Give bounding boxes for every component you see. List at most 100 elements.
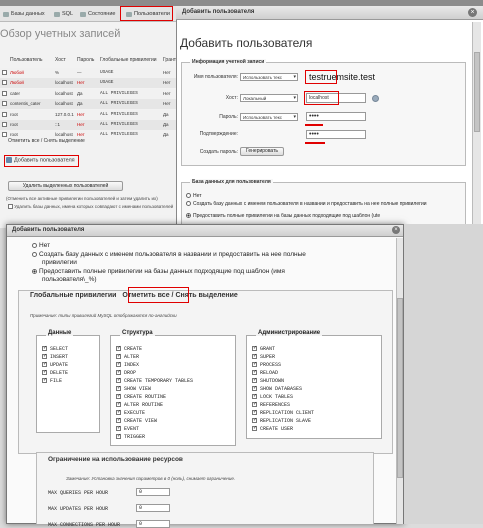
privilege-checkbox[interactable] [252, 417, 257, 424]
generate-button[interactable]: Генерировать [240, 147, 284, 156]
privilege-insert[interactable]: INSERT [42, 353, 68, 361]
privilege-checkbox[interactable] [252, 385, 257, 392]
dialog2-scrollbar[interactable] [396, 238, 403, 524]
db-wildcard-radio[interactable] [186, 213, 191, 219]
host-mode-select[interactable]: Локальный [240, 94, 298, 102]
privilege-checkbox[interactable] [116, 409, 121, 416]
privilege-checkbox[interactable] [252, 353, 257, 360]
privilege-super[interactable]: SUPER [252, 353, 275, 361]
close-icon[interactable]: × [392, 226, 400, 234]
username-mode-select[interactable]: Использовать текс [240, 73, 298, 81]
select-links[interactable]: Отметить все / Снять выделение [8, 138, 85, 144]
row-checkbox[interactable] [2, 90, 7, 96]
privilege-checkbox[interactable] [252, 401, 257, 408]
db-none-radio[interactable] [186, 193, 191, 199]
privilege-checkbox[interactable] [42, 353, 47, 360]
db-create-radio[interactable] [186, 201, 191, 207]
limit-input[interactable]: 0 [136, 504, 170, 512]
db2-create-radio[interactable] [32, 251, 37, 257]
row-checkbox[interactable] [2, 111, 7, 117]
privilege-replication-client[interactable]: REPLICATION CLIENT [252, 409, 314, 417]
privilege-checkbox[interactable] [252, 369, 257, 376]
privilege-checkbox[interactable] [252, 409, 257, 416]
tab-sql[interactable]: SQL [54, 9, 73, 20]
privilege-checkbox[interactable] [116, 393, 121, 400]
db-none-option[interactable]: Нет [186, 193, 202, 199]
privilege-lock-tables[interactable]: LOCK TABLES [252, 393, 293, 401]
privilege-checkbox[interactable] [116, 345, 121, 352]
help-icon[interactable] [372, 95, 379, 102]
privilege-create[interactable]: CREATE [116, 345, 142, 353]
dialog-scrollbar[interactable] [472, 22, 481, 224]
row-checkbox[interactable] [2, 101, 7, 107]
column-host[interactable]: Хост [55, 57, 66, 63]
privilege-index[interactable]: INDEX [116, 361, 139, 369]
confirm-input[interactable]: •••• [306, 130, 366, 139]
column-privileges[interactable]: Глобальные привилегии [100, 57, 157, 63]
privilege-checkbox[interactable] [116, 377, 121, 384]
privilege-checkbox[interactable] [116, 369, 121, 376]
privilege-checkbox[interactable] [252, 425, 257, 432]
tab-databases[interactable]: Базы данных [3, 9, 45, 20]
privilege-checkbox[interactable] [42, 369, 47, 376]
close-icon[interactable]: × [468, 8, 477, 17]
privilege-event[interactable]: EVENT [116, 425, 139, 433]
username-input[interactable]: testruemsite.test [309, 72, 375, 82]
privilege-reload[interactable]: RELOAD [252, 369, 278, 377]
db2-create-option[interactable]: Создать базу данных с именем пользовател… [32, 251, 306, 258]
table-row[interactable]: Любой localhost Нет USAGE Нет [0, 78, 176, 89]
table-row[interactable]: root 127.0.0.1 Нет ALL PRIVILEGES Да [0, 109, 176, 120]
row-checkbox[interactable] [2, 80, 7, 86]
privilege-checkbox[interactable] [42, 345, 47, 352]
privilege-delete[interactable]: DELETE [42, 369, 68, 377]
dialog-scrollbar-thumb[interactable] [474, 52, 480, 132]
privilege-checkbox[interactable] [116, 353, 121, 360]
delete-selected-button[interactable]: Удалить выделенных пользователей [8, 181, 123, 191]
privilege-checkbox[interactable] [252, 361, 257, 368]
privilege-checkbox[interactable] [252, 377, 257, 384]
privilege-create-routine[interactable]: CREATE ROUTINE [116, 393, 166, 401]
privilege-alter[interactable]: ALTER [116, 353, 139, 361]
privilege-create-user[interactable]: CREATE USER [252, 425, 293, 433]
privilege-checkbox[interactable] [252, 393, 257, 400]
table-row[interactable]: cater localhost Да ALL PRIVILEGES Нет [0, 88, 176, 99]
table-row[interactable]: Любой% — USAGE Нет [0, 68, 176, 78]
db-create-option[interactable]: Создать базу данных с именем пользовател… [186, 201, 456, 207]
privilege-references[interactable]: REFERENCES [252, 401, 290, 409]
db2-wildcard-radio[interactable] [32, 268, 37, 274]
privilege-grant[interactable]: GRANT [252, 345, 275, 353]
column-password[interactable]: Пароль [77, 57, 94, 63]
privilege-checkbox[interactable] [116, 401, 121, 408]
tab-status[interactable]: Состояние [80, 9, 115, 20]
privilege-create-view[interactable]: CREATE VIEW [116, 417, 157, 425]
privilege-execute[interactable]: EXECUTE [116, 409, 145, 417]
privilege-show-view[interactable]: SHOW VIEW [116, 385, 151, 393]
db2-wildcard-option[interactable]: Предоставить полные привилегии на базы д… [32, 268, 285, 275]
privilege-checkbox[interactable] [116, 417, 121, 424]
privilege-checkbox[interactable] [42, 361, 47, 368]
password-mode-select[interactable]: Использовать текс [240, 113, 298, 121]
dialog2-scrollbar-thumb[interactable] [397, 298, 403, 478]
privilege-checkbox[interactable] [252, 345, 257, 352]
limit-input[interactable]: 0 [136, 520, 170, 528]
privilege-drop[interactable]: DROP [116, 369, 136, 377]
privilege-replication-slave[interactable]: REPLICATION SLAVE [252, 417, 311, 425]
privilege-process[interactable]: PROCESS [252, 361, 281, 369]
privilege-show-databases[interactable]: SHOW DATABASES [252, 385, 302, 393]
privilege-checkbox[interactable] [42, 377, 47, 384]
privilege-checkbox[interactable] [116, 425, 121, 432]
privilege-checkbox[interactable] [116, 361, 121, 368]
drop-db-option[interactable]: Удалить базы данных, имена которых совпа… [8, 204, 173, 210]
privilege-file[interactable]: FILE [42, 377, 62, 385]
table-row[interactable]: contentis_cater localhost Да ALL PRIVILEGES… [0, 99, 176, 110]
db2-none-radio[interactable] [32, 242, 37, 248]
db-wildcard-option[interactable]: Предоставить полные привилегии на базы д… [186, 213, 456, 219]
db2-none-option[interactable]: Нет [32, 242, 50, 249]
drop-db-checkbox[interactable] [8, 204, 13, 210]
password-input[interactable]: •••• [306, 112, 366, 121]
limit-input[interactable]: 0 [136, 488, 170, 496]
column-user[interactable]: Пользователь [10, 57, 42, 63]
privilege-trigger[interactable]: TRIGGER [116, 433, 145, 441]
privilege-update[interactable]: UPDATE [42, 361, 68, 369]
row-checkbox[interactable] [2, 70, 7, 75]
